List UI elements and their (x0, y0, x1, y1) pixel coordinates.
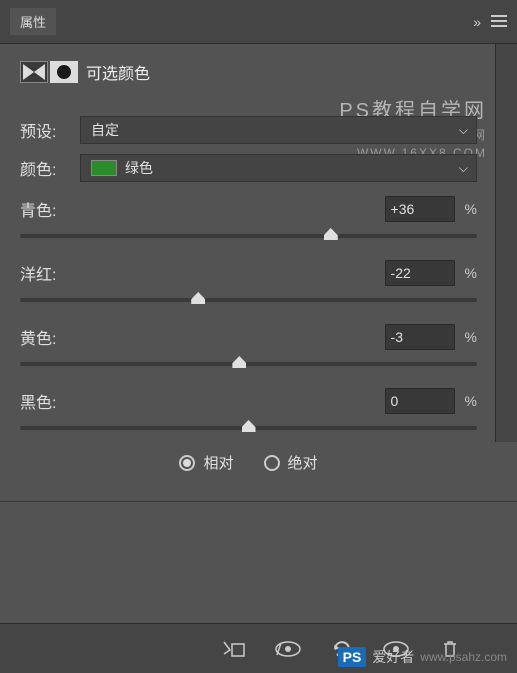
percent-label: % (465, 201, 477, 217)
clip-to-layer-icon[interactable] (217, 637, 251, 661)
slider-thumb[interactable] (242, 420, 256, 432)
radio-icon (179, 455, 195, 471)
separator (0, 501, 517, 502)
slider-thumb[interactable] (191, 292, 205, 304)
bottom-watermark: PS爱好者 www.psahz.com (338, 647, 507, 667)
black-slider[interactable] (20, 426, 477, 430)
cyan-slider[interactable] (20, 234, 477, 238)
adjustment-name: 可选颜色 (86, 60, 150, 84)
cyan-input[interactable] (385, 196, 455, 222)
yellow-input[interactable] (385, 324, 455, 350)
yellow-slider[interactable] (20, 362, 477, 366)
radio-icon (264, 455, 280, 471)
color-label: 颜色: (20, 156, 80, 180)
preset-select[interactable]: 自定 ⌵ (80, 116, 477, 144)
magenta-slider[interactable] (20, 298, 477, 302)
panel-tab[interactable]: 属性 (10, 8, 56, 35)
percent-label: % (465, 265, 477, 281)
right-rail (495, 44, 517, 442)
mask-icon[interactable] (50, 61, 78, 83)
view-previous-icon[interactable] (271, 637, 305, 661)
collapse-icon[interactable]: » (473, 14, 481, 30)
magenta-input[interactable] (385, 260, 455, 286)
relative-radio[interactable]: 相对 (179, 452, 233, 473)
absolute-radio[interactable]: 绝对 (264, 452, 318, 473)
color-swatch (91, 160, 117, 176)
percent-label: % (465, 329, 477, 345)
slider-thumb[interactable] (232, 356, 246, 368)
color-select[interactable]: 绿色 ⌵ (80, 154, 477, 182)
chevron-down-icon: ⌵ (459, 123, 468, 138)
preset-label: 预设: (20, 118, 80, 142)
magenta-label: 洋红: (20, 261, 56, 285)
menu-icon[interactable] (491, 14, 507, 30)
chevron-down-icon: ⌵ (459, 161, 468, 176)
slider-thumb[interactable] (324, 228, 338, 240)
yellow-label: 黄色: (20, 325, 56, 349)
selective-color-icon[interactable] (20, 61, 48, 83)
percent-label: % (465, 393, 477, 409)
cyan-label: 青色: (20, 197, 56, 221)
black-input[interactable] (385, 388, 455, 414)
black-label: 黑色: (20, 389, 56, 413)
panel-titlebar: 属性 » (0, 0, 517, 44)
